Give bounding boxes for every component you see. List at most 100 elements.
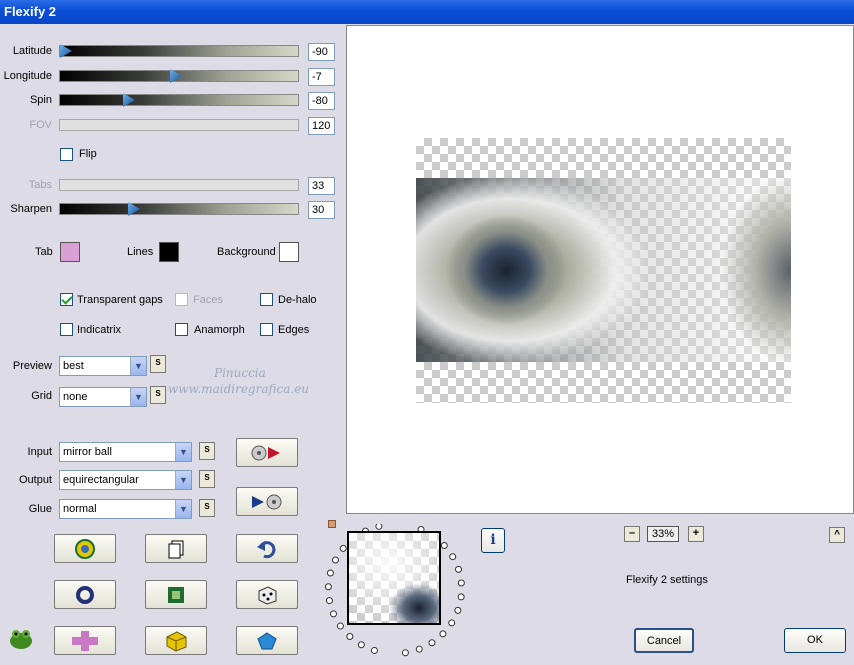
lines-color-swatch[interactable] (159, 242, 179, 262)
preview-s-button[interactable]: S (150, 355, 166, 373)
longitude-thumb[interactable] (170, 69, 182, 83)
grid-s-button[interactable]: S (150, 386, 166, 404)
square-button[interactable] (145, 580, 207, 609)
background-color-label: Background (217, 246, 276, 258)
fov-value[interactable]: 120 (308, 117, 335, 135)
output-s-button[interactable]: S (199, 470, 215, 488)
tabs-slider (59, 179, 299, 191)
navigator-thumbnail[interactable] (347, 531, 441, 625)
tab-color-label: Tab (35, 246, 53, 258)
navigator-dot (439, 630, 447, 638)
zoom-in-button[interactable]: + (688, 526, 704, 542)
lines-color-label: Lines (127, 246, 154, 258)
glue-s-button[interactable]: S (199, 499, 215, 517)
grid-select[interactable]: none ▼ (59, 387, 147, 407)
gem-button[interactable] (236, 626, 298, 655)
navigator-dot (428, 639, 436, 647)
output-label: Output (18, 474, 52, 486)
zoom-out-button[interactable]: – (624, 526, 640, 542)
cross-button[interactable] (54, 626, 116, 655)
anamorph-label: Anamorph (194, 324, 245, 336)
navigator-dot (401, 649, 409, 657)
navigator-dot (370, 646, 378, 654)
spin-thumb[interactable] (123, 93, 135, 107)
navigator-dot (357, 641, 365, 649)
play-cd-icon (252, 494, 282, 509)
tab-color-swatch[interactable] (60, 242, 80, 262)
ring-button[interactable] (54, 580, 116, 609)
sharpen-label: Sharpen (10, 203, 52, 215)
ok-button[interactable]: OK (784, 628, 846, 653)
copy-icon (168, 540, 184, 558)
preview-select[interactable]: best ▼ (59, 356, 147, 376)
swap-output-button[interactable] (236, 487, 298, 516)
spin-slider[interactable] (59, 93, 299, 107)
fractal-render (416, 178, 791, 362)
latitude-value[interactable]: -90 (308, 43, 335, 61)
tabs-label: Tabs (28, 179, 52, 191)
input-label: Input (27, 446, 52, 458)
preview-canvas[interactable] (346, 25, 854, 514)
de-halo-checkbox[interactable] (260, 293, 273, 306)
latitude-thumb[interactable] (60, 44, 72, 58)
spin-value[interactable]: -80 (308, 92, 335, 110)
chevron-down-icon[interactable]: ▼ (175, 500, 191, 518)
flip-label: Flip (79, 148, 97, 160)
navigator-dot (336, 622, 344, 630)
navigator-dot (324, 583, 332, 591)
fov-label: FOV (29, 119, 52, 131)
chevron-down-icon[interactable]: ▼ (175, 443, 191, 461)
navigator-dot (457, 579, 465, 587)
input-select-value: mirror ball (63, 446, 112, 458)
longitude-slider[interactable] (59, 69, 299, 83)
cd-play-icon (251, 445, 280, 460)
info-button[interactable]: i (481, 528, 505, 553)
edges-checkbox[interactable] (260, 323, 273, 336)
de-halo-label: De-halo (278, 294, 317, 306)
navigator-dot (454, 606, 462, 614)
background-color-swatch[interactable] (279, 242, 299, 262)
input-select[interactable]: mirror ball ▼ (59, 442, 192, 462)
navigator-dot (457, 593, 465, 601)
sharpen-value[interactable]: 30 (308, 201, 335, 219)
output-select-value: equirectangular (63, 474, 139, 486)
transparent-gaps-checkbox[interactable] (60, 293, 73, 306)
cancel-button[interactable]: Cancel (634, 628, 694, 653)
chevron-down-icon[interactable]: ▼ (130, 388, 146, 406)
navigator-dot (325, 597, 333, 605)
latitude-label: Latitude (12, 45, 52, 57)
glue-select[interactable]: normal ▼ (59, 499, 192, 519)
title-bar: Flexify 2 (0, 0, 854, 24)
faces-checkbox[interactable] (175, 293, 188, 306)
indicatrix-label: Indicatrix (77, 324, 122, 336)
latitude-slider[interactable] (59, 44, 299, 58)
anamorph-checkbox[interactable] (175, 323, 188, 336)
watermark-line2: www.maidiregrafica.eu (168, 382, 310, 396)
grid-select-value: none (63, 391, 88, 403)
chevron-down-icon[interactable]: ▼ (175, 471, 191, 489)
longitude-value[interactable]: -7 (308, 68, 335, 86)
navigator-dot (331, 556, 339, 564)
copy-button[interactable] (145, 534, 207, 563)
chevron-down-icon[interactable]: ▼ (130, 357, 146, 375)
cross-icon (72, 630, 98, 651)
navigator-dot (454, 565, 462, 573)
input-s-button[interactable]: S (199, 442, 215, 460)
swap-input-button[interactable] (236, 438, 298, 467)
undo-button[interactable] (236, 534, 298, 563)
sharpen-slider[interactable] (59, 202, 299, 216)
flip-checkbox[interactable] (60, 148, 73, 161)
dice-button[interactable] (236, 580, 298, 609)
square-icon (168, 586, 184, 603)
flexify-window: Flexify 2 Latitude -90 Longitude -7 Spin… (0, 0, 854, 665)
gem-icon (257, 631, 277, 649)
tabs-value[interactable]: 33 (308, 177, 335, 195)
output-select[interactable]: equirectangular ▼ (59, 470, 192, 490)
sharpen-thumb[interactable] (128, 202, 140, 216)
collapse-button[interactable]: ^ (829, 527, 845, 543)
randomize-button[interactable] (54, 534, 116, 563)
glue-select-value: normal (63, 503, 97, 515)
indicatrix-checkbox[interactable] (60, 323, 73, 336)
cube-button[interactable] (145, 626, 207, 655)
frog-icon (8, 627, 34, 651)
